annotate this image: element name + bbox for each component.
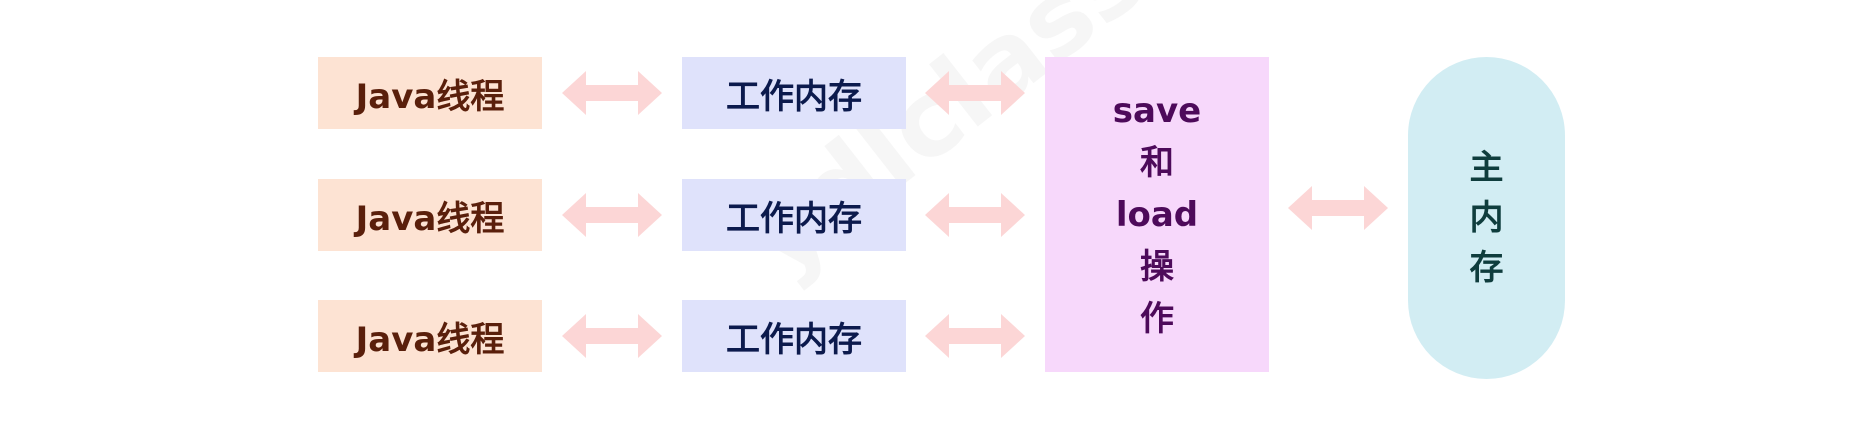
save-load-line: load — [1115, 194, 1199, 235]
work-memory-label: 工作内存 — [726, 76, 862, 117]
main-memory-box: 主 内 存 — [1408, 57, 1565, 379]
work-memory-label: 工作内存 — [726, 198, 862, 239]
double-arrow-icon — [925, 71, 1025, 115]
work-memory-box-1: 工作内存 — [682, 57, 906, 129]
save-load-line: 和 — [1140, 142, 1174, 183]
java-thread-box-2: Java线程 — [318, 179, 542, 251]
java-thread-box-1: Java线程 — [318, 57, 542, 129]
save-load-box: save 和 load 操 作 — [1045, 57, 1269, 372]
work-memory-box-3: 工作内存 — [682, 300, 906, 372]
java-thread-box-3: Java线程 — [318, 300, 542, 372]
save-load-line: save — [1112, 90, 1202, 131]
java-thread-label: Java线程 — [355, 319, 505, 360]
work-memory-label: 工作内存 — [726, 319, 862, 360]
save-load-line: 操 — [1140, 246, 1174, 287]
double-arrow-icon — [562, 314, 662, 358]
java-thread-label: Java线程 — [355, 198, 505, 239]
double-arrow-icon — [562, 193, 662, 237]
save-load-line: 作 — [1140, 298, 1174, 339]
main-memory-line: 内 — [1469, 198, 1504, 238]
double-arrow-icon — [925, 193, 1025, 237]
main-memory-line: 主 — [1469, 148, 1504, 188]
double-arrow-icon — [562, 71, 662, 115]
double-arrow-icon — [925, 314, 1025, 358]
java-thread-label: Java线程 — [355, 76, 505, 117]
main-memory-line: 存 — [1469, 248, 1504, 288]
double-arrow-icon — [1288, 186, 1388, 230]
work-memory-box-2: 工作内存 — [682, 179, 906, 251]
